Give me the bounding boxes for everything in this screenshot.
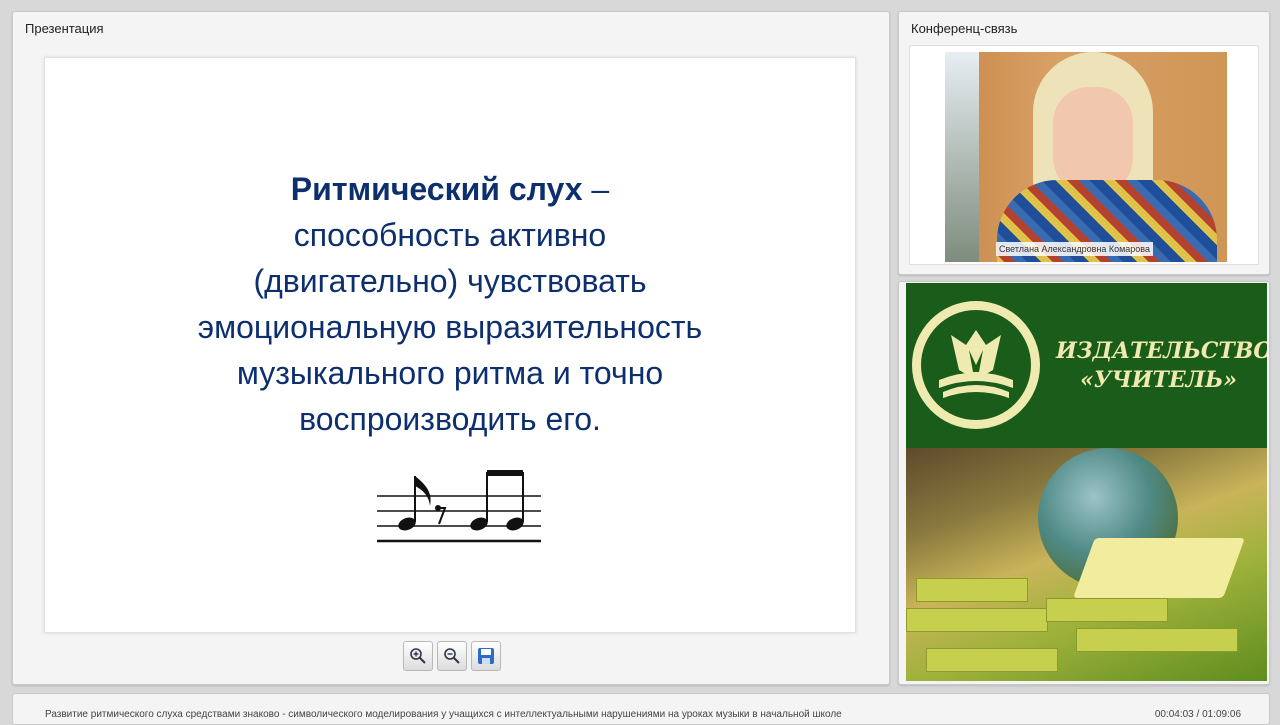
open-book-image (1073, 538, 1245, 598)
book-image (1046, 598, 1168, 622)
book-image (926, 648, 1058, 672)
slide-line: эмоциональную выразительность (197, 309, 703, 345)
presentation-panel-title: Презентация (25, 21, 104, 36)
banner-header: ИЗДАТЕЛЬСТВО «УЧИТЕЛЬ» (906, 283, 1267, 448)
book-image (1076, 628, 1238, 652)
zoom-in-icon (410, 648, 426, 664)
publisher-name-line2: «УЧИТЕЛЬ» (1080, 367, 1237, 393)
publisher-name: ИЗДАТЕЛЬСТВО «УЧИТЕЛЬ» (1056, 337, 1267, 395)
save-button[interactable] (471, 641, 501, 671)
publisher-logo (912, 301, 1040, 429)
slide-line: воспроизводить его. (299, 401, 601, 437)
zoom-out-icon (444, 648, 460, 664)
speaker-name-caption: Светлана Александровна Комарова (996, 242, 1153, 256)
book-image (906, 608, 1048, 632)
slide-line: музыкального ритма и точно (236, 355, 664, 391)
slide-term: Ритмический слух (290, 171, 583, 207)
footer-bar: Развитие ритмического слуха средствами з… (12, 693, 1270, 725)
open-book-logo-icon (939, 330, 1013, 398)
speaker-video[interactable]: Светлана Александровна Комарова (945, 52, 1227, 262)
rhythm-notation-image (377, 470, 541, 543)
video-frame: Светлана Александровна Комарова (909, 45, 1259, 265)
video-window-background (945, 52, 979, 262)
publisher-banner-panel: ИЗДАТЕЛЬСТВО «УЧИТЕЛЬ» (898, 281, 1270, 685)
conference-panel-title: Конференц-связь (911, 21, 1018, 36)
slide-line: способность активно (293, 217, 607, 253)
publisher-logo-center (921, 310, 1031, 420)
publisher-name-line1: ИЗДАТЕЛЬСТВО (1056, 338, 1267, 364)
slide: Ритмический слух – способность активно (… (44, 57, 856, 633)
slide-line: (двигательно) чувствовать (253, 263, 647, 299)
slide-heading: Ритмический слух – (45, 166, 855, 212)
presentation-panel: Презентация Ритмический слух – способнос… (12, 11, 890, 685)
publisher-banner[interactable]: ИЗДАТЕЛЬСТВО «УЧИТЕЛЬ» (906, 283, 1267, 681)
course-title: Развитие ритмического слуха средствами з… (45, 709, 842, 720)
slide-text: Ритмический слух – способность активно (… (45, 166, 855, 442)
conference-panel: Конференц-связь Светлана Александровна К… (898, 11, 1270, 275)
zoom-in-button[interactable] (403, 641, 433, 671)
slide-dash: – (582, 171, 610, 207)
banner-books-image (906, 448, 1267, 681)
zoom-out-button[interactable] (437, 641, 467, 671)
save-icon (478, 648, 494, 664)
book-image (916, 578, 1028, 602)
playback-time: 00:04:03 / 01:09:06 (1154, 709, 1241, 720)
